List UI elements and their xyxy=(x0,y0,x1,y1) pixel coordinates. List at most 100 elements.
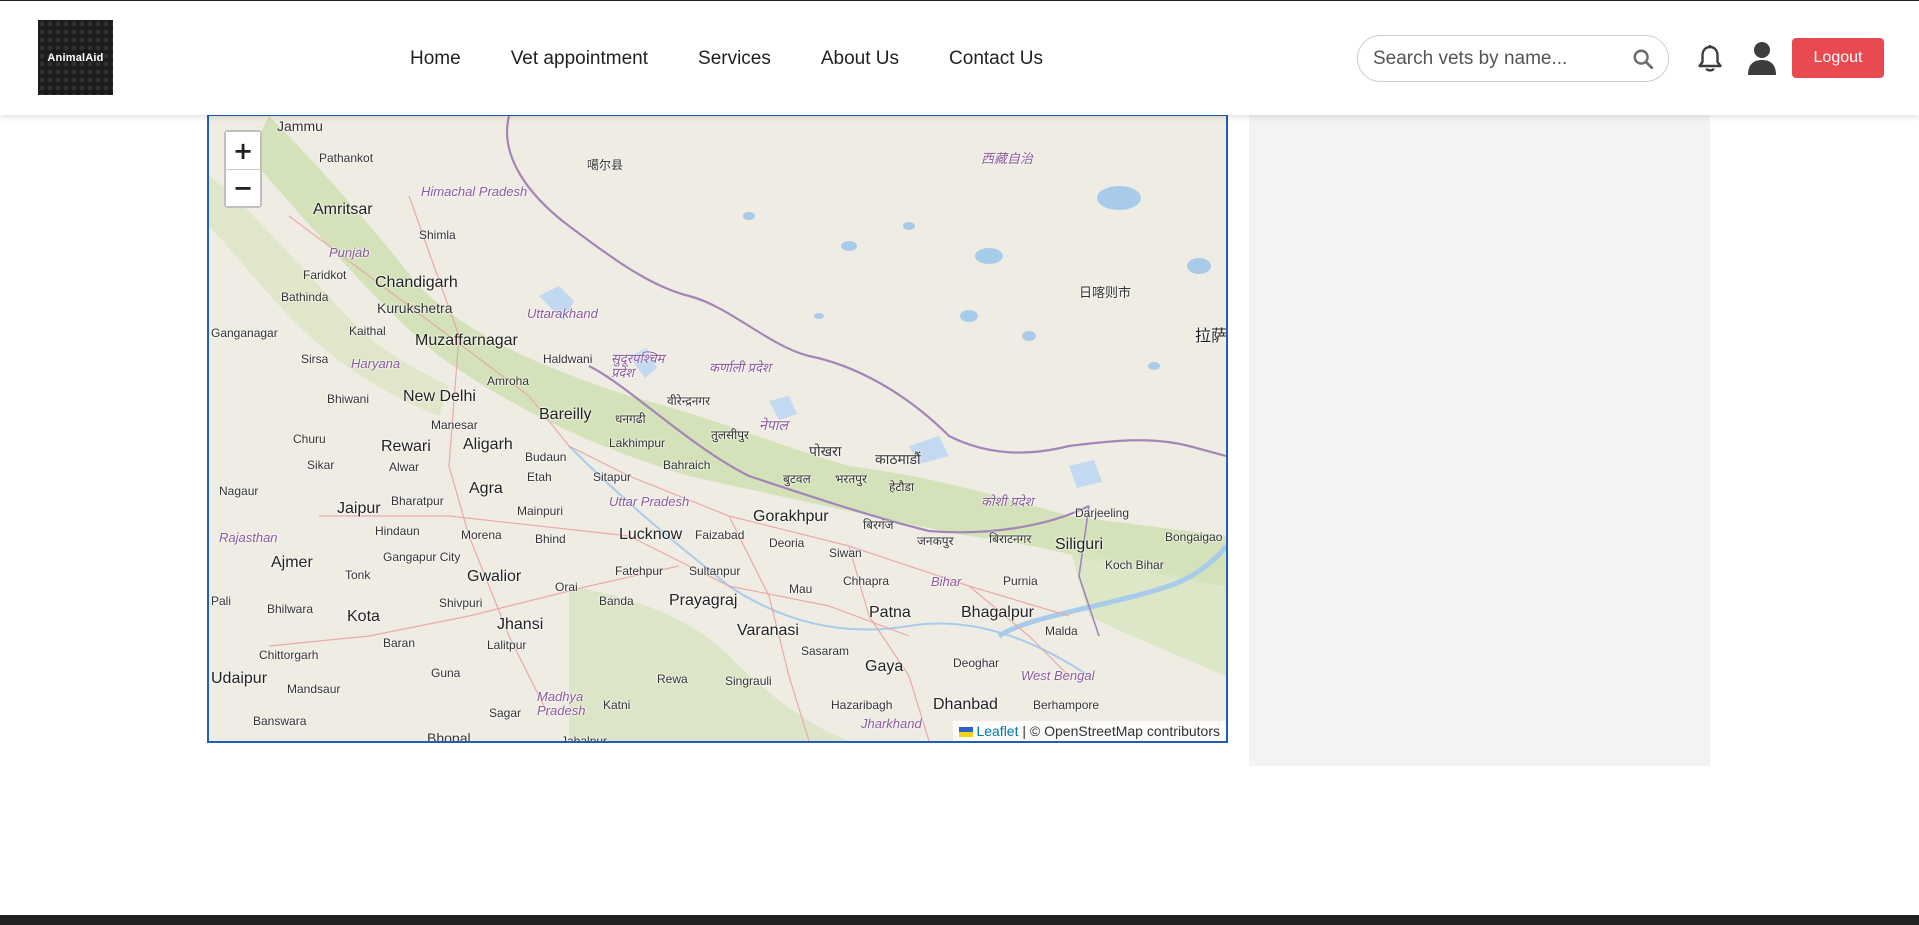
map-label: Himachal Pradesh xyxy=(421,184,528,199)
map-label: Shivpuri xyxy=(439,596,483,610)
map-label: Darjeeling xyxy=(1075,506,1130,520)
map-label: Haldwani xyxy=(543,352,593,366)
bell-icon[interactable] xyxy=(1696,44,1724,74)
map-label: काठमाडौं xyxy=(875,451,921,467)
map-label: Pathankot xyxy=(319,151,374,165)
map-label: धनगढी xyxy=(615,412,646,426)
map-label: Mainpuri xyxy=(517,504,564,518)
map-label: Patna xyxy=(869,604,911,621)
logo-text: AnimalAid xyxy=(47,51,104,64)
map-label: बिरगंज xyxy=(863,518,894,532)
map-label: Bareilly xyxy=(539,406,592,423)
nav-contact-us[interactable]: Contact Us xyxy=(949,48,1043,70)
map-label: Berhampore xyxy=(1033,698,1100,712)
map-label: Koch Bihar xyxy=(1105,558,1164,572)
map-label: Churu xyxy=(293,432,326,446)
map-label: Amritsar xyxy=(313,201,373,218)
map-label: Bharatpur xyxy=(391,494,444,508)
map-label: Bihar xyxy=(931,574,962,589)
osm-attribution-text: | © OpenStreetMap contributors xyxy=(1022,723,1220,739)
logout-button[interactable]: Logout xyxy=(1792,38,1884,78)
map-label: 日喀则市 xyxy=(1079,285,1132,300)
map-label: Jabalpur xyxy=(561,734,608,743)
map-label: Ajmer xyxy=(271,554,313,571)
nav-vet-appointment[interactable]: Vet appointment xyxy=(511,48,648,70)
map-label: बिराटनगर xyxy=(989,532,1032,546)
map-label: Dhanbad xyxy=(933,696,998,713)
map-label: Madhya Pradesh xyxy=(537,689,586,718)
vet-search-box xyxy=(1357,35,1669,82)
map-label: Sagar xyxy=(489,706,522,720)
map-label: Nagaur xyxy=(219,484,259,498)
zoom-out-button[interactable]: − xyxy=(226,169,260,206)
map-label: Fatehpur xyxy=(615,564,664,578)
map-label: Lakhimpur xyxy=(609,436,666,450)
map-label: जनकपुर xyxy=(917,534,954,548)
map-label: Pali xyxy=(211,594,232,608)
map-label: New Delhi xyxy=(403,388,476,405)
map-label: 西藏自治 xyxy=(981,151,1034,166)
map-label: Malda xyxy=(1045,624,1078,638)
map-label: Sikar xyxy=(307,458,335,472)
vet-map[interactable]: Jammu Pathankot Amritsar Himachal Prades… xyxy=(207,114,1228,743)
map-label: सुदूरपश्चिम प्रदेश xyxy=(611,351,665,380)
zoom-in-button[interactable]: + xyxy=(226,132,260,169)
nav-home[interactable]: Home xyxy=(410,48,461,70)
map-label: Bhagalpur xyxy=(961,604,1034,621)
map-label: Uttar Pradesh xyxy=(609,494,690,509)
map-label: Siliguri xyxy=(1055,536,1104,553)
map-label: Baran xyxy=(383,636,416,650)
map-label: Bongaigao xyxy=(1165,530,1223,544)
ukraine-flag-icon xyxy=(959,727,974,738)
user-icon[interactable] xyxy=(1746,41,1778,75)
map-label: Mau xyxy=(789,582,813,596)
map-label: नेपाल xyxy=(759,417,788,433)
map-label: Katni xyxy=(603,698,631,712)
map-label: Gwalior xyxy=(467,568,522,585)
map-label: Purnia xyxy=(1003,574,1038,588)
map-label: Aligarh xyxy=(463,436,513,453)
map-label: Rajasthan xyxy=(219,530,278,545)
nav-about-us[interactable]: About Us xyxy=(821,48,899,70)
nav-services[interactable]: Services xyxy=(698,48,771,70)
map-label: Siwan xyxy=(829,546,862,560)
map-label: Morena xyxy=(461,528,502,542)
map-label: West Bengal xyxy=(1021,668,1095,683)
leaflet-link[interactable]: Leaflet xyxy=(976,723,1018,739)
map-label: Rewa xyxy=(657,672,688,686)
map-label: Singrauli xyxy=(725,674,772,688)
map-label: Jhansi xyxy=(497,616,544,633)
map-label: Amroha xyxy=(487,374,530,388)
map-label: Alwar xyxy=(389,460,420,474)
map-label: Chittorgarh xyxy=(259,648,319,662)
map-label: Hindaun xyxy=(375,524,420,538)
map-label: Kota xyxy=(347,608,380,625)
map-label: Orai xyxy=(555,580,578,594)
map-label: Bathinda xyxy=(281,290,329,304)
map-label: Mandsaur xyxy=(287,682,341,696)
map-label: तुलसीपुर xyxy=(711,428,749,442)
page-footer xyxy=(0,915,1919,925)
map-label: Kaithal xyxy=(349,324,386,338)
map-label: Banswara xyxy=(253,714,307,728)
map-label: Prayagraj xyxy=(669,592,738,609)
map-label: Sasaram xyxy=(801,644,850,658)
map-label: Rewari xyxy=(381,438,431,455)
map-label: Bhiwani xyxy=(327,392,370,406)
map-label: Lucknow xyxy=(619,526,683,543)
map-label: Jharkhand xyxy=(861,716,922,731)
map-label: कोशी प्रदेश xyxy=(981,494,1034,509)
map-label: Tonk xyxy=(345,568,371,582)
map-label: कर्णाली प्रदेश xyxy=(709,360,771,375)
search-icon[interactable] xyxy=(1632,48,1654,70)
site-header: AnimalAid Home Vet appointment Services … xyxy=(0,1,1919,115)
map-label: Sirsa xyxy=(301,352,329,366)
map-label: Muzaffarnagar xyxy=(415,332,518,349)
main-nav: Home Vet appointment Services About Us C… xyxy=(410,48,1043,70)
animalaid-logo[interactable]: AnimalAid xyxy=(38,20,113,95)
map-label: भरतपुर xyxy=(835,472,867,486)
map-label: Udaipur xyxy=(211,670,268,687)
map-label: Sitapur xyxy=(593,470,632,484)
map-label: Budaun xyxy=(525,450,567,464)
vet-search-input[interactable] xyxy=(1373,46,1623,72)
